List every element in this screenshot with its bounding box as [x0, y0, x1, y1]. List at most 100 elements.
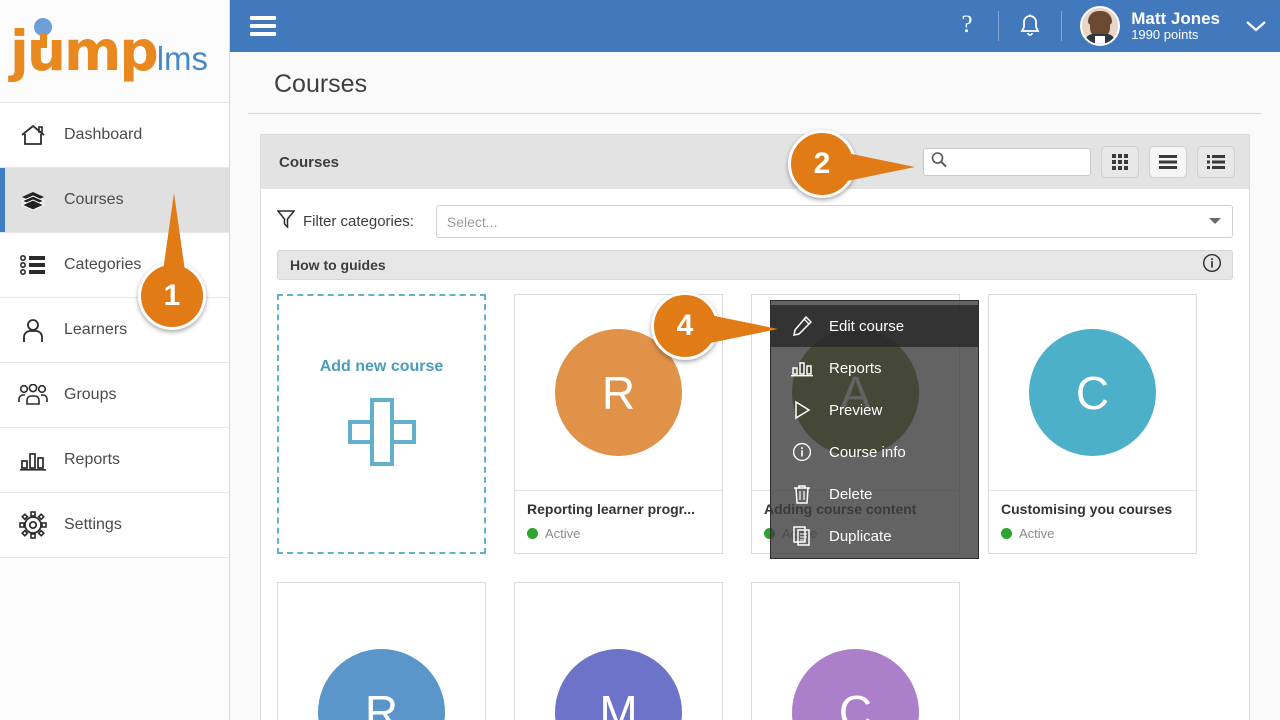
- category-name: How to guides: [290, 257, 386, 273]
- course-card[interactable]: R: [277, 582, 486, 720]
- status-badge: Active: [1001, 526, 1184, 541]
- list-icon: [16, 248, 50, 282]
- grid-view-button[interactable]: [1101, 146, 1139, 178]
- context-menu-item-course-info[interactable]: Course info: [771, 431, 978, 473]
- info-icon[interactable]: [1202, 253, 1222, 278]
- panel-header: Courses: [261, 135, 1249, 189]
- category-select[interactable]: Select...: [435, 205, 1233, 238]
- add-new-course-card[interactable]: Add new course: [277, 294, 486, 554]
- top-bar-right: ? Matt Jones 1990 points: [936, 0, 1280, 52]
- context-menu-item-label: Preview: [829, 401, 883, 419]
- callout-badge-1: 1: [138, 193, 206, 330]
- course-title: Reporting learner progr...: [527, 501, 696, 517]
- status-text: Active: [1019, 526, 1055, 541]
- logo[interactable]: jumplms: [0, 0, 229, 102]
- courses-panel: Courses Filter categories: Select... How…: [260, 134, 1250, 720]
- info-icon: [791, 442, 813, 462]
- course-card-footer: Reporting learner progr... Active: [515, 490, 722, 553]
- search-input[interactable]: [948, 154, 1080, 170]
- course-card[interactable]: C: [751, 582, 960, 720]
- search-icon: [930, 151, 948, 174]
- context-menu-item-label: Course info: [829, 443, 906, 461]
- trash-icon: [791, 484, 813, 504]
- user-points: 1990 points: [1131, 27, 1199, 43]
- page-title: Courses: [248, 52, 1262, 114]
- course-card[interactable]: M: [514, 582, 723, 720]
- sidebar-nav: Dashboard Courses Categories Learners Gr…: [0, 102, 229, 558]
- status-dot-icon: [1001, 528, 1012, 539]
- context-menu-item-label: Edit course: [829, 317, 905, 335]
- context-menu-item-reports[interactable]: Reports: [771, 347, 978, 389]
- panel-title: Courses: [279, 153, 340, 171]
- callout-pointer-right: [847, 153, 915, 181]
- panel-tools: [923, 146, 1235, 178]
- hamburger-icon[interactable]: [250, 16, 276, 36]
- category-select-value: Select...: [446, 213, 498, 230]
- status-badge: Active: [527, 526, 710, 541]
- search-box[interactable]: [923, 148, 1091, 176]
- filter-row: Filter categories: Select...: [261, 189, 1249, 250]
- course-avatar: M: [555, 648, 682, 720]
- books-icon: [16, 183, 50, 217]
- help-button[interactable]: ?: [936, 0, 998, 52]
- plus-icon: [347, 398, 416, 466]
- sidebar-item-label: Reports: [64, 451, 121, 468]
- group-icon: [16, 378, 50, 412]
- chevron-down-icon: [1208, 213, 1222, 231]
- main-content: Courses Courses Filter categories: Selec…: [230, 52, 1280, 720]
- list-view-button[interactable]: [1149, 146, 1187, 178]
- callout-number: 4: [676, 309, 694, 342]
- sidebar-item-groups[interactable]: Groups: [0, 363, 229, 428]
- bar-chart-icon: [16, 443, 50, 477]
- user-menu[interactable]: Matt Jones 1990 points: [1062, 0, 1232, 52]
- detail-view-button[interactable]: [1197, 146, 1235, 178]
- funnel-icon: [276, 209, 296, 234]
- course-context-menu: Edit course Reports Preview Course info …: [770, 300, 979, 559]
- logo-jump-text: jump: [10, 18, 159, 83]
- sidebar-item-settings[interactable]: Settings: [0, 493, 229, 558]
- user-menu-caret[interactable]: [1232, 0, 1280, 52]
- svg-text:?: ?: [962, 11, 973, 38]
- sidebar-item-label: Settings: [64, 516, 122, 533]
- status-dot-icon: [527, 528, 538, 539]
- sidebar-item-label: Courses: [64, 191, 124, 208]
- gear-icon: [16, 508, 50, 542]
- course-avatar: R: [318, 648, 445, 720]
- callout-badge-2: 2: [788, 130, 915, 198]
- filter-label: Filter categories:: [303, 213, 414, 230]
- top-bar: ? Matt Jones 1990 points: [230, 0, 1280, 52]
- copy-icon: [791, 526, 813, 546]
- sidebar-item-label: Learners: [64, 321, 128, 338]
- course-card[interactable]: C Customising you courses Active: [988, 294, 1197, 554]
- course-title: Customising you courses: [1001, 501, 1173, 517]
- logo-lms-text: lms: [156, 39, 209, 77]
- course-avatar: C: [792, 648, 919, 720]
- course-avatar: C: [1029, 329, 1156, 456]
- sidebar-item-reports[interactable]: Reports: [0, 428, 229, 493]
- context-menu-item-preview[interactable]: Preview: [771, 389, 978, 431]
- sidebar-item-label: Groups: [64, 386, 117, 403]
- context-menu-item-delete[interactable]: Delete: [771, 473, 978, 515]
- pencil-icon: [791, 316, 813, 336]
- sidebar-item-label: Dashboard: [64, 126, 143, 143]
- callout-number: 1: [163, 279, 181, 312]
- category-header: How to guides: [277, 250, 1233, 280]
- context-menu-item-edit-course[interactable]: Edit course: [771, 305, 978, 347]
- course-card-body: C: [752, 583, 959, 720]
- user-name: Matt Jones: [1131, 8, 1220, 28]
- course-card-body: C: [989, 295, 1196, 490]
- home-icon: [16, 118, 50, 152]
- course-grid: Add new course R Reporting learner progr…: [261, 280, 1249, 720]
- sidebar-item-dashboard[interactable]: Dashboard: [0, 103, 229, 168]
- sidebar-item-label: Categories: [64, 256, 142, 273]
- status-text: Active: [545, 526, 581, 541]
- context-menu-item-duplicate[interactable]: Duplicate: [771, 515, 978, 557]
- sidebar-item-courses[interactable]: Courses: [0, 168, 229, 233]
- app-root: jumplms Dashboard Courses Categories Lea…: [0, 0, 1280, 720]
- context-menu-item-label: Delete: [829, 485, 873, 503]
- notifications-button[interactable]: [999, 0, 1061, 52]
- play-icon: [791, 400, 813, 420]
- callout-pointer-up: [163, 193, 185, 271]
- callout-number: 2: [813, 147, 831, 180]
- context-menu-item-label: Reports: [829, 359, 882, 377]
